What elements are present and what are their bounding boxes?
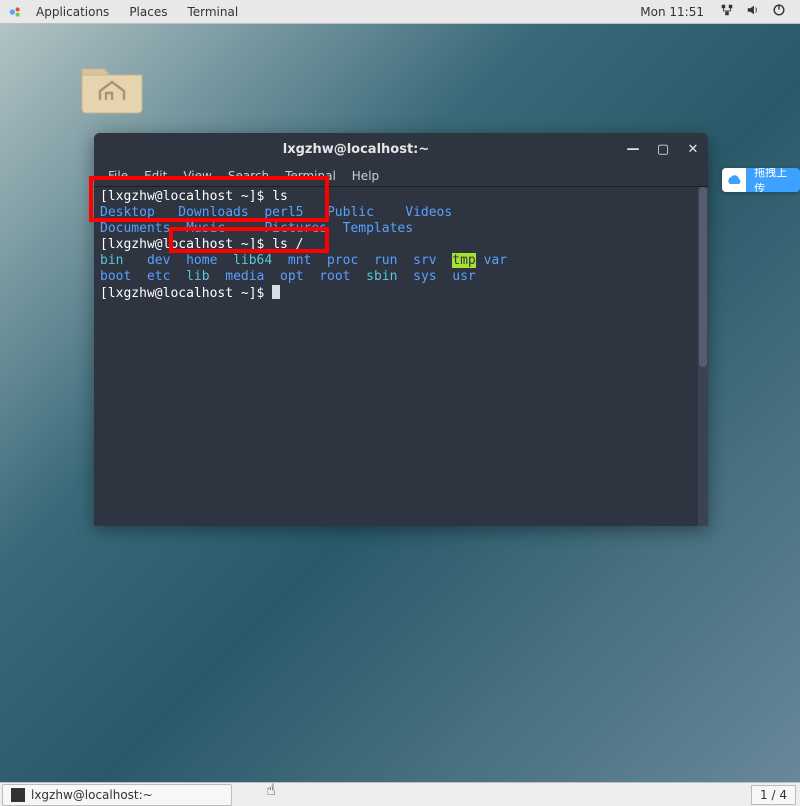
minimize-button[interactable]: — (618, 142, 648, 157)
menu-places[interactable]: Places (119, 5, 177, 19)
desktop-home-folder[interactable] (72, 55, 152, 122)
terminal-menubar: File Edit View Search Terminal Help (94, 165, 708, 187)
workspace-indicator[interactable]: 1 / 4 (751, 785, 796, 805)
cloud-upload-label: 拖拽上传 (746, 168, 800, 192)
top-panel: Applications Places Terminal Mon 11:51 (0, 0, 800, 24)
power-icon[interactable] (772, 3, 786, 20)
menu-search[interactable]: Search (220, 169, 277, 183)
menu-help[interactable]: Help (344, 169, 387, 183)
menu-terminal[interactable]: Terminal (277, 169, 344, 183)
taskbar: lxgzhw@localhost:~ 1 / 4 (0, 782, 800, 806)
terminal-content: [lxgzhw@localhost ~]$ lsDesktop Download… (100, 189, 696, 302)
folder-icon (76, 55, 148, 119)
taskbar-item-terminal[interactable]: lxgzhw@localhost:~ (2, 784, 232, 806)
menu-edit[interactable]: Edit (136, 169, 175, 183)
clock[interactable]: Mon 11:51 (630, 5, 714, 19)
taskbar-item-label: lxgzhw@localhost:~ (31, 788, 153, 802)
menu-applications[interactable]: Applications (26, 5, 119, 19)
titlebar[interactable]: lxgzhw@localhost:~ — ▢ ✕ (94, 133, 708, 165)
cloud-upload-pill[interactable]: 拖拽上传 (722, 168, 800, 192)
window-title: lxgzhw@localhost:~ (94, 142, 618, 157)
terminal-window: lxgzhw@localhost:~ — ▢ ✕ File Edit View … (94, 133, 708, 526)
volume-icon[interactable] (746, 3, 760, 20)
maximize-button[interactable]: ▢ (648, 142, 678, 157)
terminal-body[interactable]: [lxgzhw@localhost ~]$ lsDesktop Download… (94, 187, 708, 526)
menu-terminal[interactable]: Terminal (177, 5, 248, 19)
menu-view[interactable]: View (175, 169, 219, 183)
menu-file[interactable]: File (100, 169, 136, 183)
network-icon[interactable] (720, 3, 734, 20)
distro-logo-icon (8, 5, 22, 19)
terminal-task-icon (11, 788, 25, 802)
cloud-icon (722, 168, 746, 192)
terminal-scrollbar[interactable] (698, 187, 708, 526)
scroll-thumb[interactable] (699, 187, 707, 367)
close-button[interactable]: ✕ (678, 142, 708, 157)
